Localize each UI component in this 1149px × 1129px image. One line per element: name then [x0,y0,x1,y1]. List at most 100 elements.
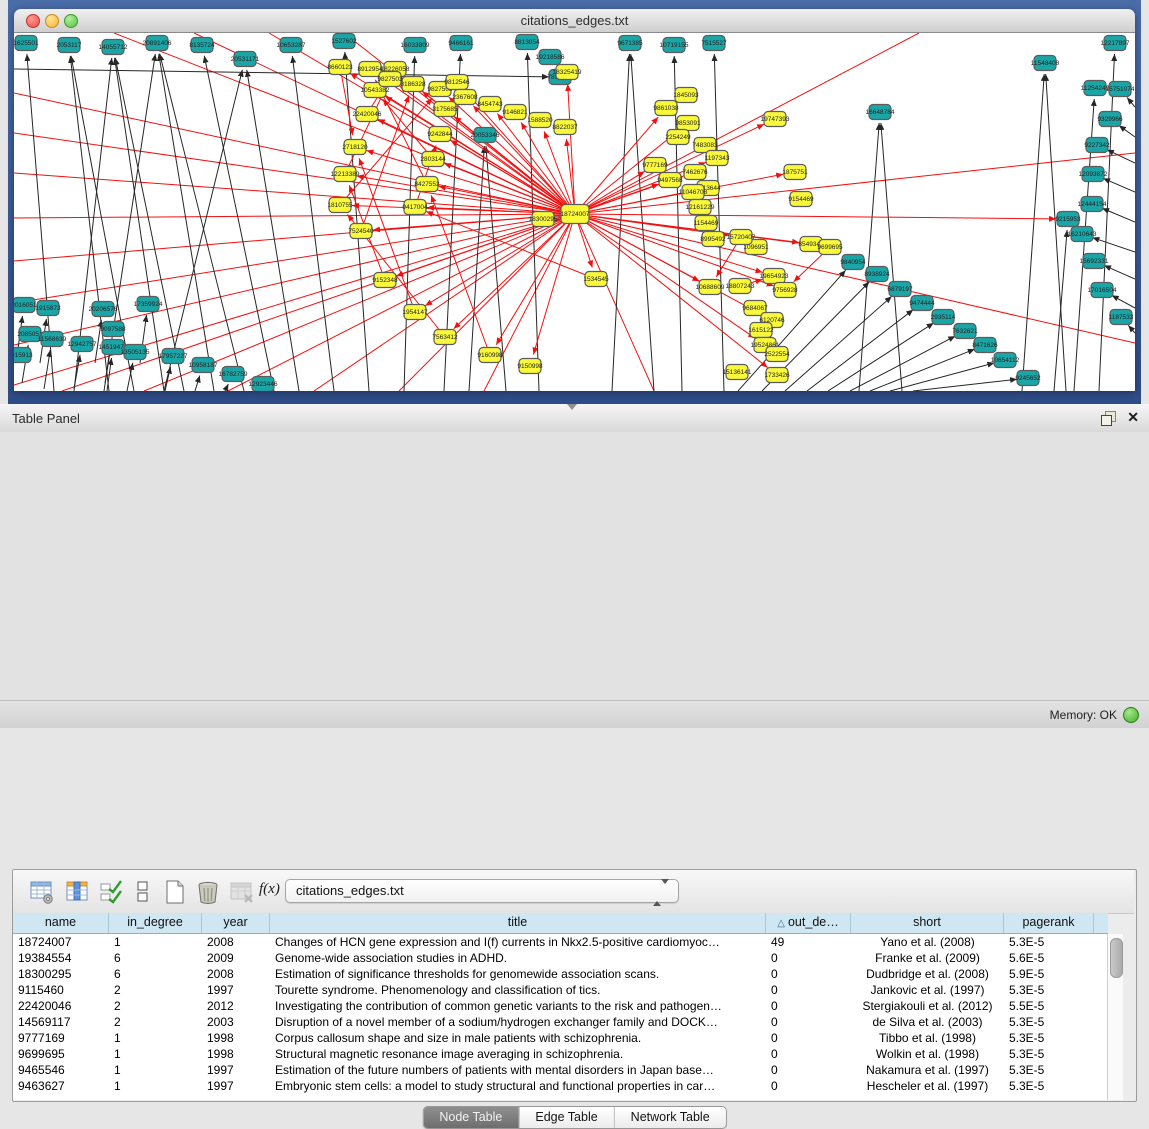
graph-node[interactable]: 15692331 [1080,254,1109,269]
graph-node[interactable]: 7524540 [348,224,374,239]
graph-node[interactable]: 9242844 [427,127,453,142]
graph-node[interactable]: 9861038 [653,101,679,116]
graph-node[interactable]: 9497568 [657,173,683,188]
graph-node[interactable]: 2367608 [452,90,478,105]
graph-node[interactable]: 9160998 [477,348,503,363]
graph-node[interactable]: 10719155 [660,38,689,53]
graph-node[interactable]: 12213389 [331,167,360,182]
graph-node[interactable]: 9329966 [1097,112,1123,127]
graph-node[interactable]: 3915913 [14,348,33,363]
graph-node[interactable]: 18807243 [726,279,755,294]
graph-node[interactable]: 2803144 [420,152,446,167]
graph-node[interactable]: 17957227 [159,349,188,364]
graph-node[interactable]: 15751074 [1106,82,1135,97]
graph-node[interactable]: 9671385 [617,36,643,51]
column-header-year[interactable]: year [202,913,270,933]
graph-node[interactable]: 6879197 [887,282,913,297]
graph-node[interactable]: 11568639 [38,332,67,347]
graph-node[interactable]: 12444154 [1078,197,1107,212]
column-header-name[interactable]: name [13,913,109,933]
graph-node[interactable]: 9417004 [402,200,428,215]
tab-edge-table[interactable]: Edge Table [519,1107,614,1128]
graph-node[interactable]: 16210643 [1068,227,1097,242]
table-settings-icon[interactable] [29,879,55,905]
graph-node[interactable]: 12093872 [1079,167,1108,182]
graph-node[interactable]: 1197343 [705,151,730,166]
graph-node[interactable]: 10654112 [991,353,1020,368]
graph-node[interactable]: 18300295 [529,212,558,227]
table-row[interactable]: 969969511998Structural magnetic resonanc… [13,1046,1094,1062]
graph-node[interactable]: 20531171 [231,52,260,67]
network-window-titlebar[interactable]: citations_edges.txt [14,9,1135,33]
column-header-short[interactable]: short [851,913,1004,933]
graph-node[interactable]: 9215953 [1055,212,1081,227]
graph-node[interactable]: 20891406 [143,36,172,51]
graph-node[interactable]: 2522554 [764,347,790,362]
graph-node[interactable]: 16782759 [219,367,248,382]
graph-node[interactable]: 2053117 [57,38,82,53]
graph-node[interactable]: 1588520 [527,113,553,128]
graph-node[interactable]: 13505135 [121,345,150,360]
graph-node[interactable]: 2016051 [14,298,37,313]
graph-node[interactable]: 18325419 [553,65,582,80]
row-height-icon[interactable] [130,879,156,905]
graph-node[interactable]: 8186328 [400,77,426,92]
table-row[interactable]: 946362711997Embryonic stem cells: a mode… [13,1078,1094,1094]
graph-node[interactable]: 17359924 [134,297,163,312]
new-document-icon[interactable] [162,879,188,905]
graph-node[interactable]: 19218586 [536,50,565,65]
graph-node[interactable]: 1954147 [402,305,428,320]
graph-node[interactable]: 16033809 [401,38,430,53]
graph-node[interactable]: 8995492 [700,232,726,247]
table-row[interactable]: 2242004622012Investigating the contribut… [13,998,1094,1014]
graph-node[interactable]: 1810755 [327,198,353,213]
graph-node[interactable]: 9227342 [1084,138,1110,153]
graph-node[interactable]: 1845093 [673,88,699,103]
graph-node[interactable]: 19747393 [761,112,790,127]
table-row[interactable]: 911546021997Tourette syndrome. Phenomeno… [13,982,1094,998]
network-canvas[interactable]: 1625501205311714055712208914068135724205… [14,33,1135,391]
graph-node[interactable]: 9146821 [502,105,528,120]
split-pane-collapse-handle[interactable] [567,404,577,410]
scrollbar-thumb[interactable] [1110,938,1123,978]
graph-node[interactable]: 9699695 [817,240,843,255]
graph-node[interactable]: 22420046 [353,107,382,122]
graph-node[interactable]: 9154469 [788,192,814,207]
graph-node[interactable]: 11548408 [1031,56,1060,71]
graph-node[interactable]: 10653287 [277,38,306,53]
network-view-window[interactable]: citations_edges.txt 16255012053117140557… [14,9,1135,390]
graph-node[interactable]: 15136141 [723,365,752,380]
graph-node[interactable]: 8938924 [864,267,890,282]
graph-node[interactable]: 8471626 [972,338,998,353]
graph-node[interactable]: 8660123 [327,60,353,75]
graph-node[interactable]: 14055712 [99,40,128,55]
graph-node[interactable]: 8135724 [189,38,215,53]
table-row[interactable]: 1938455462009Genome-wide association stu… [13,950,1094,966]
graph-node[interactable]: 1733426 [764,368,790,383]
graph-node[interactable]: 7515527 [701,36,727,51]
graph-node[interactable]: 16648784 [866,105,895,120]
table-row[interactable]: 1456911722003Disruption of a novel membe… [13,1014,1094,1030]
graph-node[interactable]: 11046708 [679,185,708,200]
column-header-in_degree[interactable]: in_degree [109,913,202,933]
graph-node[interactable]: 9812546 [444,75,470,90]
column-header-out_de[interactable]: △out_de… [766,913,851,933]
table-row[interactable]: 946554611997Estimation of the future num… [13,1062,1094,1078]
graph-node[interactable]: 7462676 [682,165,708,180]
graph-node[interactable]: 9097588 [100,322,126,337]
graph-node[interactable]: 18724007 [561,205,590,224]
graph-node[interactable]: 20206576 [89,302,118,317]
graph-node[interactable]: 12217897 [1101,36,1130,51]
graph-node[interactable]: 10958187 [189,358,218,373]
graph-node[interactable]: 1615122 [748,323,774,338]
close-panel-icon[interactable]: ✕ [1127,409,1139,426]
graph-node[interactable]: 7632621 [952,324,978,339]
graph-node[interactable]: 9245652 [1015,371,1041,386]
graph-node[interactable]: 9777169 [642,158,668,173]
tab-network-table[interactable]: Network Table [615,1107,726,1128]
graph-node[interactable]: 9150998 [517,359,543,374]
graph-node[interactable]: 9152348 [372,273,398,288]
graph-node[interactable]: 17016504 [1088,283,1117,298]
graph-node[interactable]: 2935114 [931,310,956,325]
select-rows-icon[interactable] [99,879,125,905]
